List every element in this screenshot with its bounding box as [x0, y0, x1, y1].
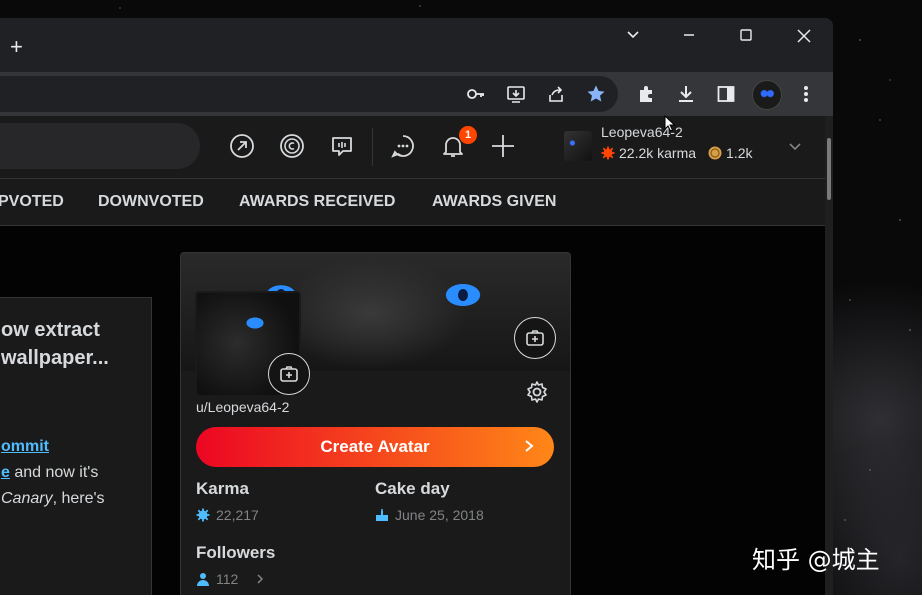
- bookmark-star-icon[interactable]: [584, 82, 608, 106]
- search-input[interactable]: [0, 123, 200, 169]
- profile-card: u/Leopeva64-2 Create Avatar Karma 22,217…: [180, 252, 571, 595]
- mouse-cursor-icon: [664, 114, 676, 138]
- post-title-line1: ow extract: [1, 319, 100, 341]
- followers-value: 112: [216, 571, 239, 587]
- chat-icon[interactable]: [328, 132, 356, 160]
- banner-eye-right: [458, 289, 468, 301]
- karma-label: Karma: [196, 479, 249, 498]
- cakeday-stat: June 25, 2018: [375, 507, 484, 523]
- karma-icon: [196, 508, 210, 522]
- web-page: 1 Leopeva64-2 22.2k karma 1.2k PVOTED DO…: [0, 116, 833, 595]
- karma-value: 22,217: [216, 507, 259, 523]
- profile-avatar[interactable]: [752, 80, 782, 110]
- browser-window: + 1 Leopeva64-2 22.2k karma 1.2k PVOTED …: [0, 18, 833, 595]
- post-link-commit[interactable]: ommit: [1, 438, 49, 455]
- tab-search-dropdown[interactable]: [626, 28, 640, 47]
- sidepanel-icon[interactable]: [714, 82, 738, 106]
- key-icon[interactable]: [464, 82, 488, 106]
- user-avatar-thumb[interactable]: [564, 131, 592, 161]
- create-post-plus-icon[interactable]: [489, 132, 517, 160]
- cakeday-label: Cake day: [375, 479, 450, 498]
- coin-icon: [708, 146, 722, 160]
- browser-toolbar: [0, 72, 833, 116]
- post-link-inline[interactable]: e: [1, 464, 10, 481]
- tab-awards-given[interactable]: AWARDS GIVEN: [432, 193, 556, 211]
- chevron-right-icon: [257, 574, 264, 584]
- post-body-line2: and now it's: [9, 464, 99, 481]
- karma-text: 22.2k karma: [619, 145, 697, 161]
- karma-stat: 22,217: [196, 507, 259, 523]
- banner-upload-button[interactable]: [514, 317, 556, 359]
- followers-label: Followers: [196, 543, 276, 562]
- post-body: ommit e and now it's Canary, here's: [1, 434, 146, 512]
- maximize-button[interactable]: [739, 28, 753, 47]
- tab-upvoted[interactable]: PVOTED: [0, 193, 64, 211]
- notification-badge: 1: [459, 126, 477, 144]
- header-karma: 22.2k karma 1.2k: [601, 145, 753, 161]
- user-menu-chevron-icon[interactable]: [787, 138, 803, 159]
- cakeday-value: June 25, 2018: [395, 507, 484, 523]
- close-button[interactable]: [796, 28, 812, 49]
- create-avatar-button[interactable]: Create Avatar: [196, 427, 554, 467]
- reddit-header: 1 Leopeva64-2 22.2k karma 1.2k: [0, 116, 825, 179]
- post-body-italic: Canary: [1, 490, 53, 507]
- tab-awards-received[interactable]: AWARDS RECEIVED: [239, 193, 395, 211]
- post-title[interactable]: ow extract wallpaper...: [1, 316, 141, 372]
- add-photo-icon: [526, 330, 544, 346]
- coins-text: 1.2k: [726, 145, 753, 161]
- messages-icon[interactable]: [389, 132, 417, 160]
- tab-downvoted[interactable]: DOWNVOTED: [98, 193, 204, 211]
- new-tab-button[interactable]: +: [10, 36, 23, 58]
- popular-icon[interactable]: [228, 132, 256, 160]
- add-photo-icon: [280, 366, 298, 382]
- menu-icon[interactable]: [794, 82, 818, 106]
- minimize-button[interactable]: [682, 28, 696, 47]
- extensions-icon[interactable]: [634, 82, 658, 106]
- followers-stat[interactable]: 112: [196, 571, 266, 587]
- settings-gear-icon[interactable]: [524, 379, 550, 405]
- profile-tabs: PVOTED DOWNVOTED AWARDS RECEIVED AWARDS …: [0, 179, 825, 226]
- install-icon[interactable]: [504, 82, 528, 106]
- tab-strip: +: [0, 18, 833, 72]
- watermark: 知乎 @城主: [752, 546, 880, 574]
- post-body-line3: , here's: [52, 490, 105, 507]
- karma-icon: [601, 146, 615, 160]
- post-title-line2: wallpaper...: [1, 347, 109, 369]
- download-icon[interactable]: [674, 82, 698, 106]
- avatar-upload-button[interactable]: [268, 353, 310, 395]
- chevron-right-icon: [522, 436, 536, 461]
- cake-icon: [376, 509, 388, 521]
- header-divider: [372, 128, 373, 166]
- coins-icon[interactable]: [278, 132, 306, 160]
- post-card[interactable]: ow extract wallpaper... ommit e and now …: [0, 297, 152, 595]
- person-icon: [197, 573, 209, 586]
- scrollbar-thumb[interactable]: [827, 138, 831, 200]
- profile-username: u/Leopeva64-2: [196, 399, 290, 415]
- share-icon[interactable]: [544, 82, 568, 106]
- create-avatar-label: Create Avatar: [320, 437, 430, 456]
